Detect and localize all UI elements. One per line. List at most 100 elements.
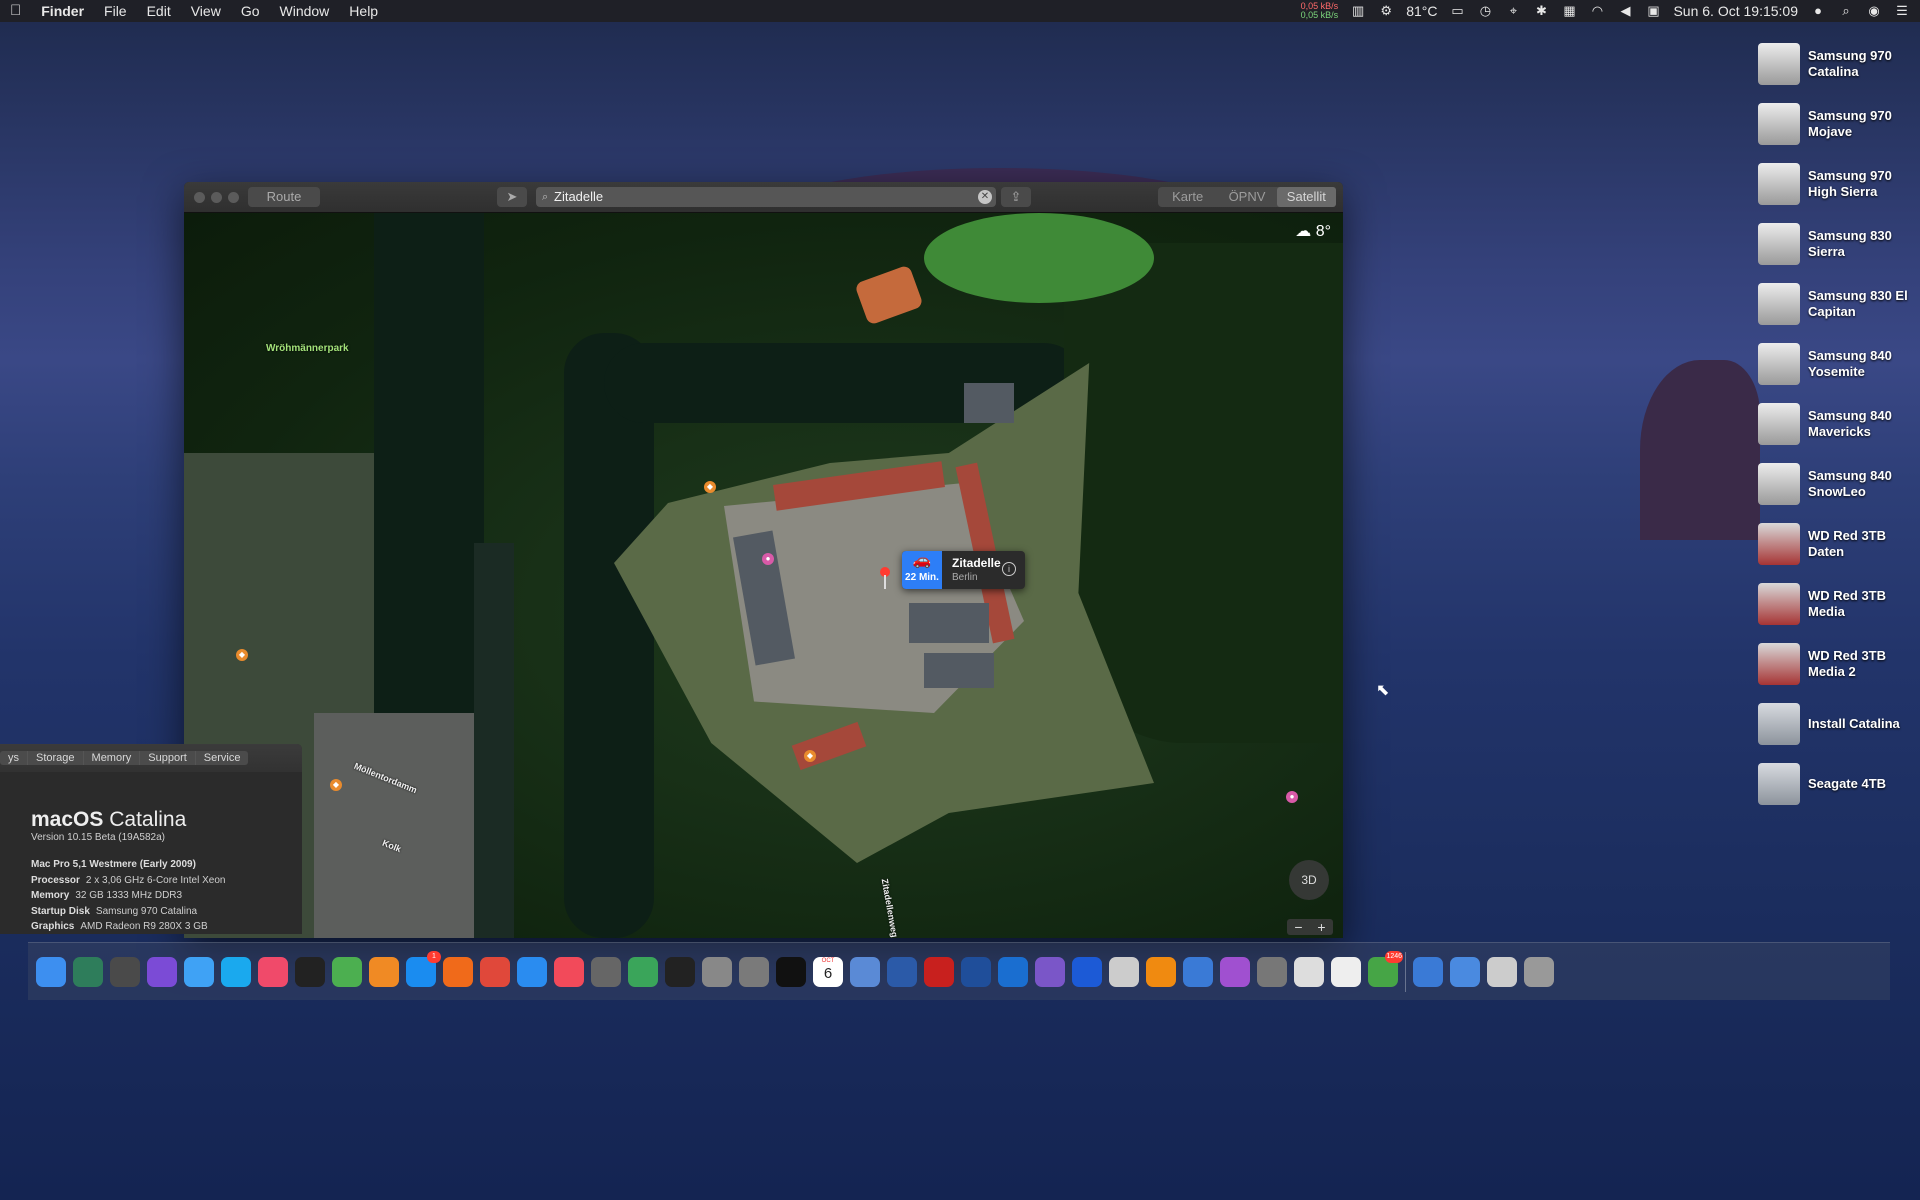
dock-siri-icon[interactable] (147, 956, 177, 987)
tab-karte[interactable]: Karte (1158, 187, 1217, 207)
apple-icon[interactable]:  (0, 0, 31, 22)
dock-disk-icon[interactable] (1109, 956, 1139, 987)
dock-calendar-icon[interactable]: OCT 6 (813, 956, 843, 987)
poi-museum-icon[interactable]: ● (762, 553, 774, 565)
display-icon[interactable]: ▣ (1645, 4, 1661, 18)
dock-photoshop-icon[interactable] (961, 956, 991, 987)
volume-icon[interactable]: ◀ (1617, 4, 1633, 18)
dock-movie-icon[interactable] (1035, 956, 1065, 987)
dock-textedit-icon[interactable] (1331, 956, 1361, 987)
desktop-drive-icon[interactable]: Samsung 840 Mavericks (1758, 394, 1908, 454)
menu-edit[interactable]: Edit (137, 0, 181, 22)
memory-meter-icon[interactable]: ▥ (1350, 4, 1366, 18)
temperature-readout[interactable]: 81°C (1406, 3, 1437, 19)
dock-printer-icon[interactable] (1257, 956, 1287, 987)
network-monitor[interactable]: 0,05 kB/s 0,05 kB/s (1301, 2, 1339, 20)
desktop-drive-icon[interactable]: WD Red 3TB Daten (1758, 514, 1908, 574)
dock-vlc-icon[interactable] (1146, 956, 1176, 987)
tab-memory[interactable]: Memory (84, 751, 141, 765)
zoom-button[interactable] (228, 192, 239, 203)
menu-help[interactable]: Help (339, 0, 388, 22)
dock-apple-tv-icon[interactable] (295, 956, 325, 987)
desktop-drive-icon[interactable]: Samsung 830 Sierra (1758, 214, 1908, 274)
dock-system-preferences-icon[interactable] (739, 956, 769, 987)
dock-display-icon[interactable] (1487, 956, 1517, 987)
menu-app-name[interactable]: Finder (31, 0, 94, 22)
dock-messages-icon[interactable] (184, 956, 214, 987)
desktop-drive-icon[interactable]: WD Red 3TB Media 2 (1758, 634, 1908, 694)
menu-view[interactable]: View (181, 0, 231, 22)
desktop-drive-icon[interactable]: Samsung 970 High Sierra (1758, 154, 1908, 214)
user-icon[interactable]: ● (1810, 4, 1826, 18)
dock-app-store-icon[interactable]: 1 (406, 950, 441, 987)
tab-oepnv[interactable]: ÖPNV (1217, 187, 1276, 207)
dock-maps-icon[interactable] (332, 956, 362, 987)
time-machine-icon[interactable]: ◷ (1477, 4, 1493, 18)
poi-food-icon[interactable]: ◆ (236, 649, 248, 661)
dock-screenshot-icon[interactable] (1294, 956, 1324, 987)
location-arrow-icon[interactable]: ➤ (497, 187, 527, 207)
binoculars-icon[interactable]: ⌖ (1505, 4, 1521, 18)
menu-file[interactable]: File (94, 0, 137, 22)
desktop-drive-icon[interactable]: Samsung 970 Catalina (1758, 34, 1908, 94)
dock-script-editor-icon[interactable] (702, 956, 732, 987)
tab-satellit[interactable]: Satellit (1276, 187, 1336, 207)
poi-restaurant-icon[interactable]: ◆ (704, 481, 716, 493)
info-icon[interactable]: i (1002, 562, 1016, 576)
desktop-drive-icon[interactable]: Seagate 4TB (1758, 754, 1908, 814)
notification-center-icon[interactable]: ☰ (1894, 4, 1910, 18)
zoom-out-button[interactable]: − (1287, 919, 1310, 935)
desktop-drive-icon[interactable]: WD Red 3TB Media (1758, 574, 1908, 634)
dock-activity-monitor-icon[interactable] (665, 956, 695, 987)
poi-food-icon-3[interactable]: ◆ (804, 750, 816, 762)
desktop-drive-icon[interactable]: Samsung 840 Yosemite (1758, 334, 1908, 394)
tab-overview[interactable]: ys (0, 751, 28, 765)
share-icon[interactable]: ⇪ (1001, 187, 1031, 207)
desktop-drive-icon[interactable]: Samsung 830 El Capitan (1758, 274, 1908, 334)
compass-3d-button[interactable]: 3D (1289, 860, 1329, 900)
desktop-drive-icon[interactable]: Samsung 970 Mojave (1758, 94, 1908, 154)
dock-outlook-icon[interactable] (998, 956, 1028, 987)
desktop-drive-icon[interactable]: Samsung 840 SnowLeo (1758, 454, 1908, 514)
dock-news-icon[interactable] (554, 956, 584, 987)
directions-button[interactable]: 🚗 22 Min. (902, 551, 942, 589)
dock-preview-icon[interactable] (73, 956, 103, 987)
menu-window[interactable]: Window (270, 0, 340, 22)
dock-mail-icon[interactable]: 1246 (1368, 950, 1403, 987)
dock-music-icon[interactable] (258, 956, 288, 987)
cpu-meter-icon[interactable]: ⚙ (1378, 4, 1394, 18)
dock-safari-icon[interactable] (517, 956, 547, 987)
satellite-map[interactable]: Wröhmännerpark Möllentordamm Kolk Zitade… (184, 213, 1343, 938)
dock-trash-icon[interactable] (1524, 956, 1554, 987)
search-field[interactable]: ⌕ Zitadelle ✕ (536, 187, 996, 207)
dock-firefox-icon[interactable] (443, 956, 473, 987)
bluetooth-icon[interactable]: ✱ (1533, 4, 1549, 18)
siri-icon[interactable]: ◉ (1866, 4, 1882, 18)
desktop-drive-icon[interactable]: Install Catalina (1758, 694, 1908, 754)
zoom-in-button[interactable]: + (1310, 919, 1333, 935)
minimize-button[interactable] (211, 192, 222, 203)
dock-podcasts-icon[interactable] (1220, 956, 1250, 987)
dock-launchpad-icon[interactable] (591, 956, 621, 987)
wifi-icon[interactable]: ◠ (1589, 4, 1605, 18)
dock-word-icon[interactable] (887, 956, 917, 987)
poi-food-icon-2[interactable]: ◆ (330, 779, 342, 791)
tab-storage[interactable]: Storage (28, 751, 84, 765)
dock-quicktime-icon[interactable] (1072, 956, 1102, 987)
dock-acrobat-icon[interactable] (924, 956, 954, 987)
spotlight-icon[interactable]: ⌕ (1838, 4, 1854, 18)
tab-support[interactable]: Support (140, 751, 196, 765)
dock-system-information-icon[interactable] (110, 956, 140, 987)
dock-books-icon[interactable] (369, 956, 399, 987)
keyboard-icon[interactable]: ▦ (1561, 4, 1577, 18)
clock[interactable]: Sun 6. Oct 19:15:09 (1673, 3, 1798, 19)
poi-pink-icon[interactable]: ● (1286, 791, 1298, 803)
close-button[interactable] (194, 192, 205, 203)
battery-icon[interactable]: ▭ (1449, 4, 1465, 18)
tab-service[interactable]: Service (196, 751, 249, 765)
menu-go[interactable]: Go (231, 0, 270, 22)
route-button[interactable]: Route (248, 187, 320, 207)
dock-finder-icon[interactable] (36, 956, 66, 987)
dock-skype-icon[interactable] (221, 956, 251, 987)
clear-search-icon[interactable]: ✕ (978, 190, 992, 204)
